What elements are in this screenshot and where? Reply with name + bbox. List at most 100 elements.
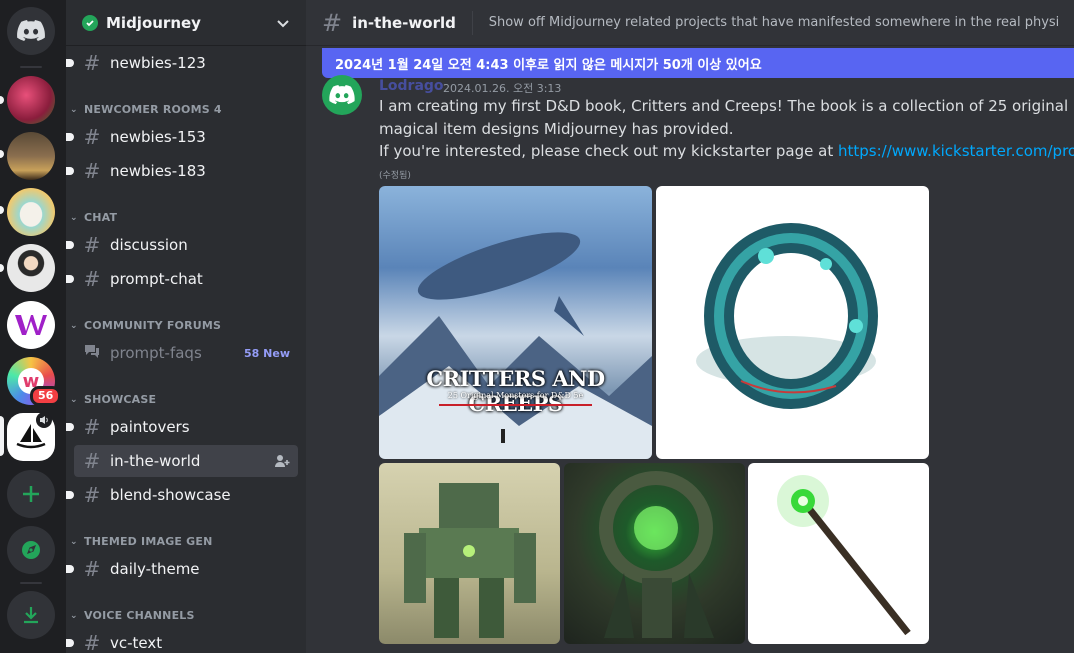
hash-icon: #: [322, 8, 343, 37]
category-label: CHAT: [84, 211, 118, 224]
server-avatar[interactable]: [7, 244, 55, 292]
discord-home-button[interactable]: [7, 7, 55, 55]
channel-label: newbies-123: [110, 54, 206, 72]
unread-dot: [66, 565, 74, 573]
cover-subtitle: 25 Original Monsters for D&D 5e: [447, 391, 584, 400]
compass-icon: [22, 541, 40, 559]
category-label: COMMUNITY FORUMS: [84, 319, 222, 332]
channel-topic[interactable]: Show off Midjourney related projects tha…: [489, 15, 1058, 30]
server-rail: w 56: [0, 0, 66, 653]
category-label: THEMED IMAGE GEN: [84, 535, 213, 548]
unread-pill: [0, 96, 4, 104]
hash-icon: #: [83, 267, 101, 291]
add-server-button[interactable]: [7, 470, 55, 518]
unread-dot: [66, 639, 74, 647]
channel-prompt-faqs[interactable]: prompt-faqs 58 New: [74, 337, 298, 369]
server-hut[interactable]: [7, 132, 55, 180]
channel-newbies-153[interactable]: # newbies-153: [66, 121, 298, 153]
channel-prompt-chat[interactable]: # prompt-chat: [66, 263, 298, 295]
whale-illustration: [379, 232, 652, 459]
channel-label: paintovers: [110, 418, 190, 436]
discord-window: w 56 Midjourney # newbies-123 ⌄ NEWCOMER…: [0, 0, 1074, 653]
divider: [471, 10, 473, 35]
channel-in-the-world[interactable]: # in-the-world: [74, 445, 298, 477]
channel-vc-text[interactable]: # vc-text: [66, 627, 298, 653]
category-chat[interactable]: ⌄ CHAT: [70, 211, 117, 224]
channel-sidebar: Midjourney # newbies-123 ⌄ NEWCOMER ROOM…: [66, 0, 306, 653]
channel-blend-showcase[interactable]: # blend-showcase: [66, 479, 298, 511]
unread-pill: [0, 150, 4, 158]
edited-label: (수정됨): [379, 171, 411, 181]
category-voice-channels[interactable]: ⌄ VOICE CHANNELS: [70, 609, 195, 622]
image-golem[interactable]: [379, 463, 560, 644]
explore-button[interactable]: [7, 526, 55, 574]
new-posts-count: 58 New: [244, 346, 290, 360]
image-staff[interactable]: [748, 463, 929, 644]
download-button[interactable]: [7, 591, 55, 639]
chevron-down-icon: ⌄: [70, 394, 78, 405]
category-newcomer-rooms[interactable]: ⌄ NEWCOMER ROOMS 4: [70, 103, 222, 116]
channel-paintovers[interactable]: # paintovers: [66, 411, 298, 443]
server-header[interactable]: Midjourney: [66, 0, 306, 46]
hash-icon: #: [83, 415, 101, 439]
plus-icon: [23, 486, 39, 502]
unread-messages-banner[interactable]: 2024년 1월 24일 오전 4:43 이후로 읽지 않은 메시지가 50개 …: [322, 48, 1074, 78]
download-icon: [24, 607, 38, 624]
golem-illustration: [404, 483, 536, 638]
forum-icon: [82, 341, 102, 365]
selected-pill: [0, 416, 4, 456]
avatar[interactable]: [322, 75, 362, 115]
chevron-down-icon: ⌄: [70, 320, 78, 331]
channel-label: newbies-183: [110, 162, 206, 180]
channel-newbies-183[interactable]: # newbies-183: [66, 155, 298, 187]
server-egg[interactable]: [7, 188, 55, 236]
hash-icon: #: [83, 449, 101, 473]
chat-area: # in-the-world Show off Midjourney relat…: [306, 0, 1074, 653]
category-themed-image-gen[interactable]: ⌄ THEMED IMAGE GEN: [70, 535, 213, 548]
unread-dot: [66, 491, 74, 499]
server-w-purple[interactable]: [7, 301, 55, 349]
channel-newbies-123[interactable]: # newbies-123: [66, 47, 298, 79]
channel-label: discussion: [110, 236, 188, 254]
channel-daily-theme[interactable]: # daily-theme: [66, 553, 298, 585]
channel-title: in-the-world: [352, 13, 456, 32]
category-showcase[interactable]: ⌄ SHOWCASE: [70, 393, 156, 406]
unread-dot: [66, 59, 74, 67]
message-author[interactable]: Lodrago: [379, 78, 444, 94]
hash-icon: #: [83, 483, 101, 507]
hash-icon: #: [83, 233, 101, 257]
unread-dot: [66, 423, 74, 431]
chevron-down-icon: ⌄: [70, 536, 78, 547]
chevron-down-icon: ⌄: [70, 212, 78, 223]
server-flowers[interactable]: [7, 76, 55, 124]
rail-separator: [20, 66, 42, 68]
image-portal[interactable]: [564, 463, 745, 644]
channel-label: blend-showcase: [110, 486, 231, 504]
hash-icon: #: [83, 557, 101, 581]
unread-pill: [0, 206, 4, 214]
portal-illustration: [599, 471, 714, 638]
channel-label: prompt-faqs: [110, 344, 202, 362]
category-label: NEWCOMER ROOMS 4: [84, 103, 222, 116]
ring-illustration: [696, 223, 878, 409]
unread-dot: [66, 275, 74, 283]
rail-separator: [20, 582, 42, 584]
category-community-forums[interactable]: ⌄ COMMUNITY FORUMS: [70, 319, 221, 332]
kickstarter-link[interactable]: https://www.kickstarter.com/projects/988: [838, 142, 1074, 160]
create-invite-icon[interactable]: [274, 453, 290, 469]
verified-icon: [82, 14, 98, 31]
banner-text: 2024년 1월 24일 오전 4:43 이후로 읽지 않은 메시지가 50개 …: [335, 57, 762, 73]
hash-icon: #: [83, 125, 101, 149]
channel-discussion[interactable]: # discussion: [66, 229, 298, 261]
channel-label: newbies-153: [110, 128, 206, 146]
message-text-line: I am creating my first D&D book, Critter…: [379, 97, 1074, 115]
channel-label: prompt-chat: [110, 270, 203, 288]
message-timestamp: 2024.01.26. 오전 3:13: [443, 82, 562, 95]
message-text-line: magical item designs Midjourney has prov…: [379, 120, 734, 138]
chevron-down-icon: ⌄: [70, 104, 78, 115]
category-label: SHOWCASE: [84, 393, 157, 406]
image-critters-cover[interactable]: CRITTERS AND CREEPS 25 Original Monsters…: [379, 186, 652, 459]
category-label: VOICE CHANNELS: [84, 609, 195, 622]
channel-topbar: # in-the-world Show off Midjourney relat…: [306, 0, 1074, 46]
image-ring[interactable]: [656, 186, 929, 459]
